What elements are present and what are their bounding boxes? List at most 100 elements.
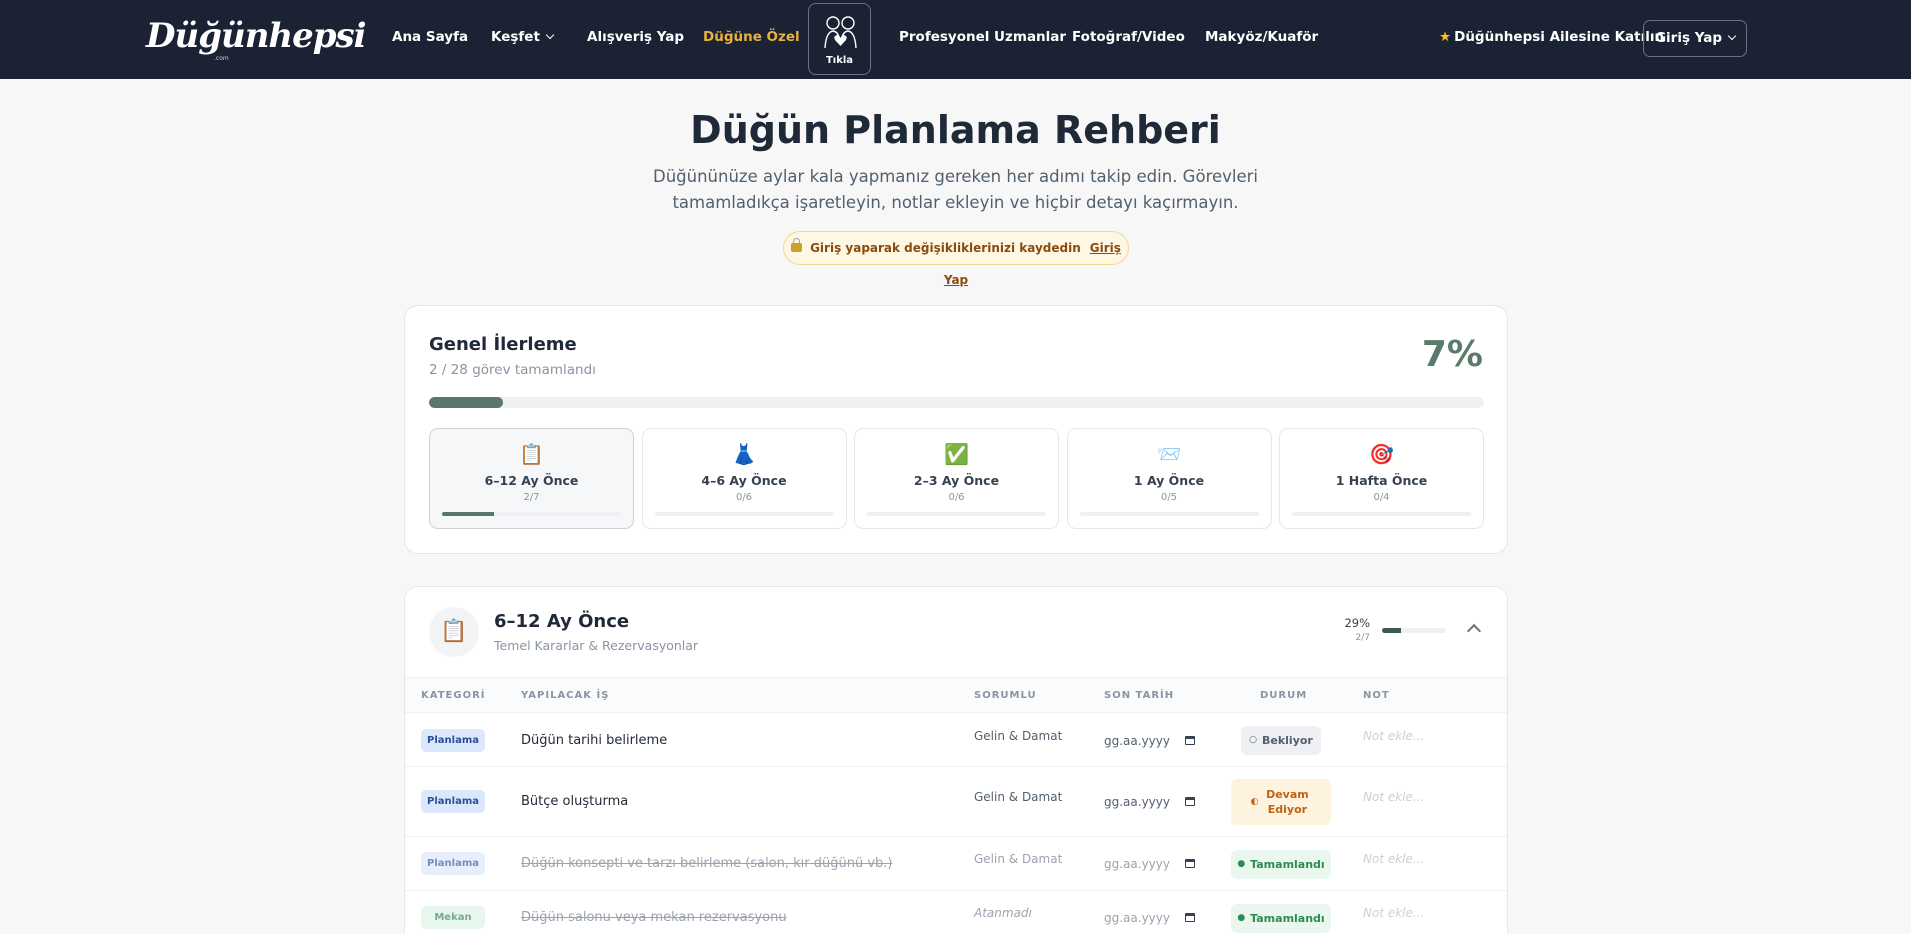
nav-link-makeup[interactable]: Makyöz/Kuaför: [1205, 29, 1318, 45]
category-badge: Planlama: [421, 790, 485, 813]
save-notice: Giriş yaparak değişikliklerinizi kaydedi…: [783, 231, 1129, 287]
phase-name: 4–6 Ay Önce: [701, 473, 787, 488]
nav-link-photo-video[interactable]: Fotoğraf/Video: [1072, 29, 1185, 45]
col-responsible: SORUMLU: [974, 690, 1037, 701]
tikla-button[interactable]: Tıkla: [808, 3, 871, 75]
phase-progress-bar: [1079, 512, 1259, 516]
task-label[interactable]: Düğün salonu veya mekan rezervasyonu: [521, 910, 787, 925]
task-label[interactable]: Düğün konsepti ve tarzı belirleme (salon…: [521, 856, 893, 871]
phase-name: 1 Ay Önce: [1133, 473, 1205, 488]
status-badge[interactable]: ● Tamamlandı: [1231, 903, 1331, 933]
phase-count: 2/7: [523, 492, 540, 503]
phase-icon: 📋: [519, 442, 544, 466]
responsible-field[interactable]: Atanmadı: [974, 906, 1032, 920]
nav-link-professionals[interactable]: Profesyonel Uzmanlar: [899, 29, 1066, 45]
phase-count: 0/4: [1373, 492, 1390, 503]
nav-link-home[interactable]: Ana Sayfa: [392, 29, 468, 45]
section-title: 6–12 Ay Önce: [494, 611, 630, 632]
status-icon: ○: [1249, 735, 1257, 745]
phase-section-card: 📋 6–12 Ay Önce Temel Kararlar & Rezervas…: [404, 586, 1508, 934]
status-badge[interactable]: ● Tamamlandı: [1231, 849, 1331, 879]
phase-progress-bar: [867, 512, 1046, 516]
calendar-icon[interactable]: [1185, 797, 1195, 806]
due-date-placeholder: gg.aa.yyyy: [1104, 857, 1170, 871]
phase-tab[interactable]: ✅ 2–3 Ay Önce 0/6: [854, 428, 1059, 529]
status-badge[interactable]: ◐ Devam Ediyor: [1231, 779, 1331, 825]
login-button[interactable]: Giriş Yap: [1643, 20, 1747, 57]
progress-summary: 2 / 28 görev tamamlandı: [429, 362, 596, 378]
col-category: KATEGORİ: [421, 690, 486, 701]
due-date-placeholder: gg.aa.yyyy: [1104, 911, 1170, 925]
note-input[interactable]: Not ekle...: [1363, 790, 1424, 804]
phase-icon: 📨: [1156, 442, 1182, 466]
responsible-field[interactable]: Gelin & Damat: [974, 790, 1062, 804]
star-icon: ★: [1439, 29, 1452, 45]
progress-bar: [429, 397, 1484, 408]
table-row: Mekan Düğün salonu veya mekan rezervasyon…: [405, 891, 1507, 934]
phase-tab[interactable]: 📋 6–12 Ay Önce 2/7: [429, 428, 634, 529]
responsible-field[interactable]: Gelin & Damat: [974, 852, 1062, 866]
status-label: Tamamlandı: [1250, 911, 1325, 925]
nav-link-discover[interactable]: Keşfet: [491, 29, 555, 45]
section-progress-bar: [1382, 628, 1446, 633]
note-input[interactable]: Not ekle...: [1363, 729, 1424, 743]
calendar-icon[interactable]: [1185, 913, 1195, 922]
collapse-chevron-icon[interactable]: [1466, 623, 1482, 639]
calendar-icon[interactable]: [1185, 859, 1195, 868]
col-task: YAPILACAK İŞ: [521, 690, 610, 701]
category-badge: Mekan: [421, 906, 485, 929]
couple-heart-icon: [824, 16, 857, 49]
table-header: KATEGORİ YAPILACAK İŞ SORUMLU SON TARİH …: [405, 677, 1507, 713]
phase-progress-bar: [1292, 512, 1471, 516]
phase-progress-bar: [442, 512, 621, 516]
top-navbar: Düğünhepsi .com Ana Sayfa Keşfet Alışver…: [0, 0, 1911, 79]
note-input[interactable]: Not ekle...: [1363, 906, 1424, 920]
chevron-down-icon: [1727, 31, 1737, 41]
status-icon: ●: [1237, 912, 1246, 923]
lock-icon: [791, 238, 803, 252]
table-row: Planlama Düğün tarihi belirleme Gelin & Da…: [405, 714, 1507, 767]
table-row: Planlama Düğün konsepti ve tarzı belirlem…: [405, 837, 1507, 891]
phase-icon: 🎯: [1369, 442, 1394, 466]
page-subtitle: Düğününüze aylar kala yapmanız gereken h…: [652, 167, 1259, 212]
progress-bar-fill: [429, 397, 503, 408]
chevron-down-icon: [545, 30, 555, 40]
page-title: Düğün Planlama Rehberi: [690, 108, 1221, 152]
status-icon: ●: [1237, 858, 1246, 869]
clipboard-icon: 📋: [429, 607, 479, 657]
category-badge: Planlama: [421, 852, 485, 875]
status-label: Devam Ediyor: [1266, 788, 1309, 816]
phase-count: 0/6: [948, 492, 965, 503]
due-date-input[interactable]: gg.aa.yyyy: [1104, 857, 1204, 871]
nav-link-wedding-special[interactable]: Düğüne Özel: [703, 29, 800, 45]
phase-count: 0/5: [1160, 492, 1178, 503]
task-label[interactable]: Düğün tarihi belirleme: [521, 733, 667, 748]
table-row: Planlama Bütçe oluşturma Gelin & Damat gg.a…: [405, 767, 1507, 837]
join-family-link[interactable]: ★ Düğünhepsi Ailesine Katılın: [1439, 29, 1664, 45]
phase-count: 0/6: [735, 492, 753, 503]
responsible-field[interactable]: Gelin & Damat: [974, 729, 1062, 743]
site-logo[interactable]: Düğünhepsi .com: [146, 16, 367, 62]
note-input[interactable]: Not ekle...: [1363, 852, 1424, 866]
phase-tab[interactable]: 📨 1 Ay Önce 0/5: [1066, 428, 1272, 529]
overall-progress-card: Genel İlerleme 2 / 28 görev tamamlandı 7…: [404, 305, 1508, 554]
col-due-date: SON TARİH: [1104, 690, 1175, 701]
phase-icon: 👗: [731, 442, 757, 466]
phase-tab[interactable]: 👗 4–6 Ay Önce 0/6: [641, 428, 847, 529]
task-label[interactable]: Bütçe oluşturma: [521, 794, 628, 809]
status-badge[interactable]: ○ Bekliyor: [1241, 726, 1321, 755]
status-icon: ◐: [1250, 796, 1259, 807]
col-status: DURUM: [1260, 690, 1308, 701]
progress-title: Genel İlerleme: [429, 334, 577, 355]
phase-name: 2–3 Ay Önce: [913, 473, 1000, 488]
phase-progress-fill: [442, 512, 494, 516]
due-date-input[interactable]: gg.aa.yyyy: [1104, 734, 1204, 748]
phase-icon: ✅: [944, 442, 969, 466]
status-label: Bekliyor: [1262, 734, 1313, 747]
phase-tab[interactable]: 🎯 1 Hafta Önce 0/4: [1279, 428, 1484, 529]
phase-name: 6–12 Ay Önce: [484, 473, 579, 488]
calendar-icon[interactable]: [1185, 735, 1195, 745]
due-date-input[interactable]: gg.aa.yyyy: [1104, 911, 1204, 925]
due-date-input[interactable]: gg.aa.yyyy: [1104, 795, 1204, 809]
nav-link-shop[interactable]: Alışveriş Yap: [587, 29, 684, 45]
